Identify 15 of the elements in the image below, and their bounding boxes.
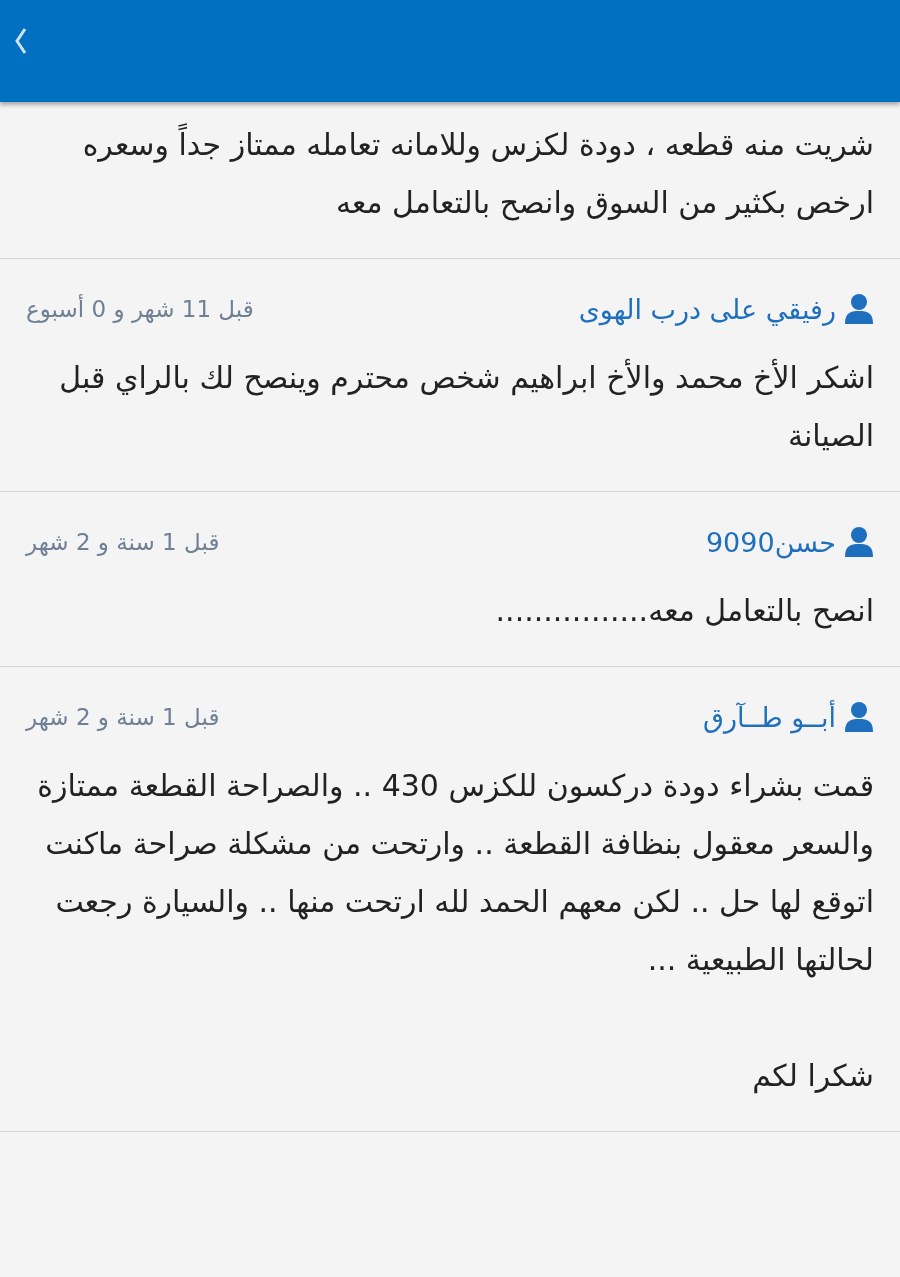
back-icon [14,26,28,56]
comment-text: شكرا لكم [751,1057,874,1096]
comment-text: شريت منه قطعه ، دودة لكزس وللامانه تعامله ممتاز جداً وسعره ارخص بكثير من السوق وانصح بالتعامل معه [26,116,874,232]
comment-text: انصح بالتعامل معه................ [494,592,874,631]
author-link[interactable]: رفيقي على درب الهوى [578,293,874,325]
comment-text: اشكر الأخ محمد والأخ ابراهيم شخص محترم وينصح لك بالراي قبل الصيانة [58,358,874,455]
comment-time: قبل 11 شهر و 0 أسبوع [26,296,254,322]
author-link[interactable]: أبــو طــآرق [703,701,874,733]
user-icon [844,293,874,325]
comment-time: قبل 1 سنة و 2 شهر [26,529,220,555]
comment-time: قبل 1 سنة و 2 شهر [26,704,220,730]
user-icon [844,701,874,733]
user-icon [844,526,874,558]
author-link[interactable]: حسن9090 [705,526,874,558]
comment-text: قمت بشراء دودة دركسون للكزس 430 .. والصراحة القطعة ممتازة والسعر معقول بنظافة القطعة .. وارتحت من مشكلة صراحة ماكنت اتوقع لها حل .. لكن معهم الحمد لله ارتحت منها .. والسيارة رجعت لحالتها الطبيعية ... [36,767,874,980]
